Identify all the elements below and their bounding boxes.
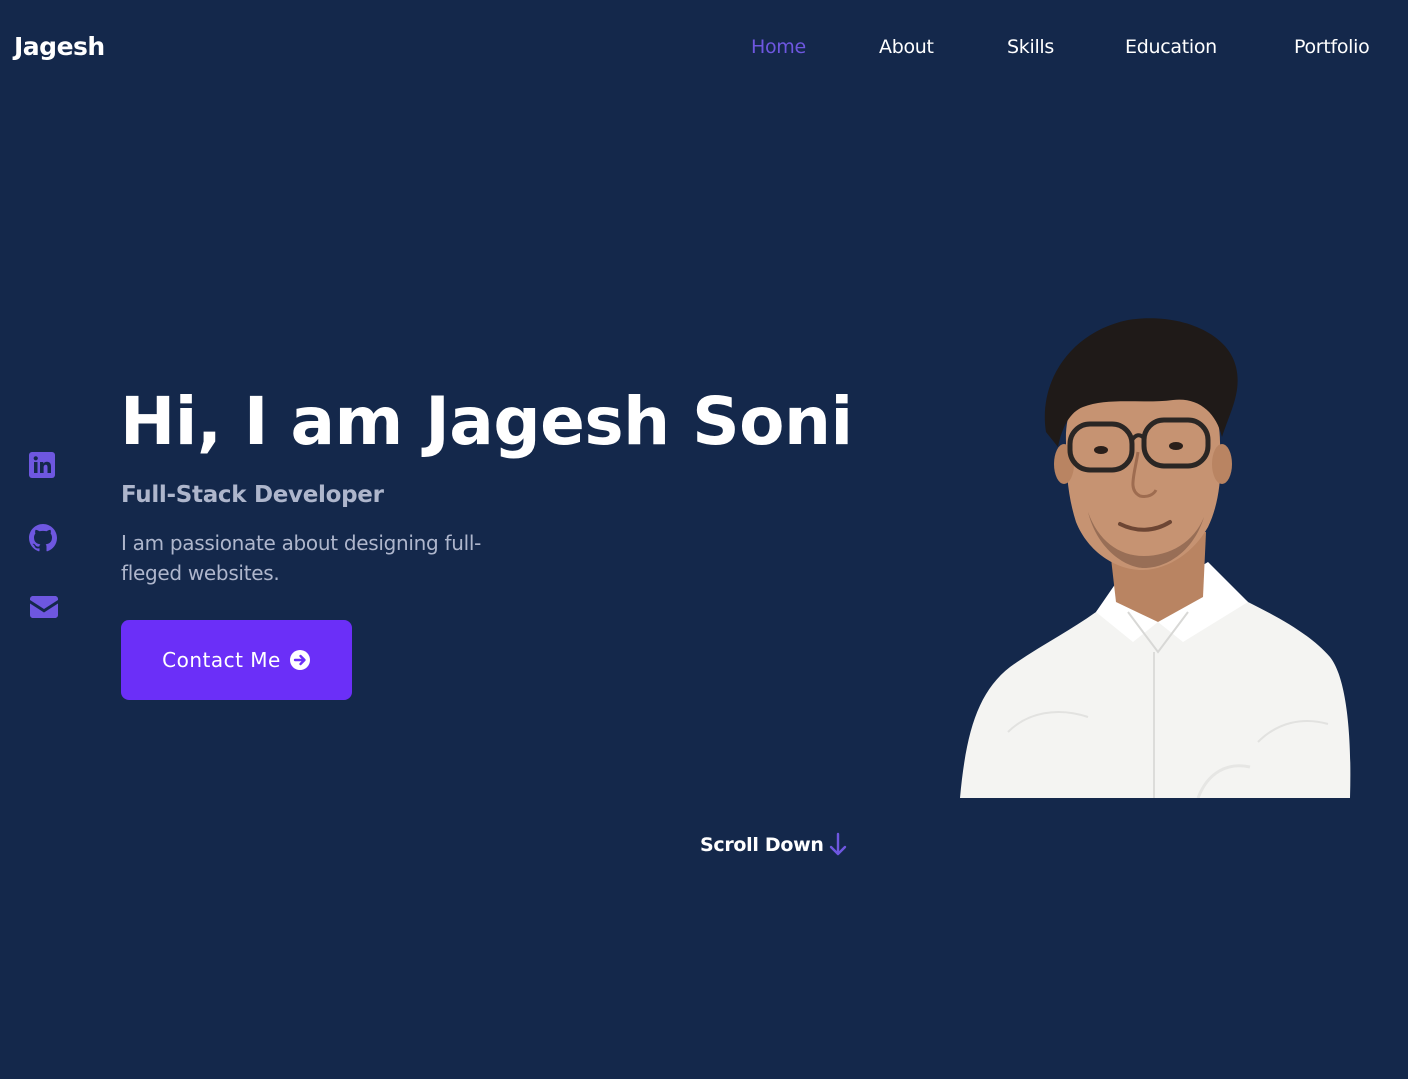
page: Jagesh Home About Skills Education Portf…	[0, 0, 1408, 1079]
main-nav: Home About Skills Education Portfolio	[0, 36, 1408, 66]
hero-subtitle: Full-Stack Developer	[121, 482, 384, 508]
nav-item-portfolio[interactable]: Portfolio	[1294, 36, 1370, 58]
profile-photo	[960, 318, 1351, 798]
arrow-circle-right-icon	[289, 650, 310, 670]
contact-me-label: Contact Me	[162, 648, 281, 672]
nav-item-skills[interactable]: Skills	[1007, 36, 1054, 58]
contact-me-button[interactable]: Contact Me	[121, 620, 352, 700]
github-link[interactable]	[27, 522, 61, 556]
hero-description: I am passionate about designing full-fle…	[121, 531, 482, 585]
nav-item-education[interactable]: Education	[1125, 36, 1217, 58]
scroll-down-link[interactable]: Scroll Down	[700, 832, 848, 858]
nav-item-home[interactable]: Home	[751, 36, 806, 58]
linkedin-icon	[29, 452, 55, 478]
hero-title: Hi, I am Jagesh Soni	[120, 383, 853, 460]
nav-item-about[interactable]: About	[879, 36, 934, 58]
scroll-down-label: Scroll Down	[700, 834, 824, 856]
github-icon	[29, 524, 57, 552]
mail-icon	[30, 596, 58, 618]
email-link[interactable]	[27, 592, 61, 626]
arrow-down-icon	[829, 832, 846, 856]
linkedin-link[interactable]	[27, 450, 61, 484]
